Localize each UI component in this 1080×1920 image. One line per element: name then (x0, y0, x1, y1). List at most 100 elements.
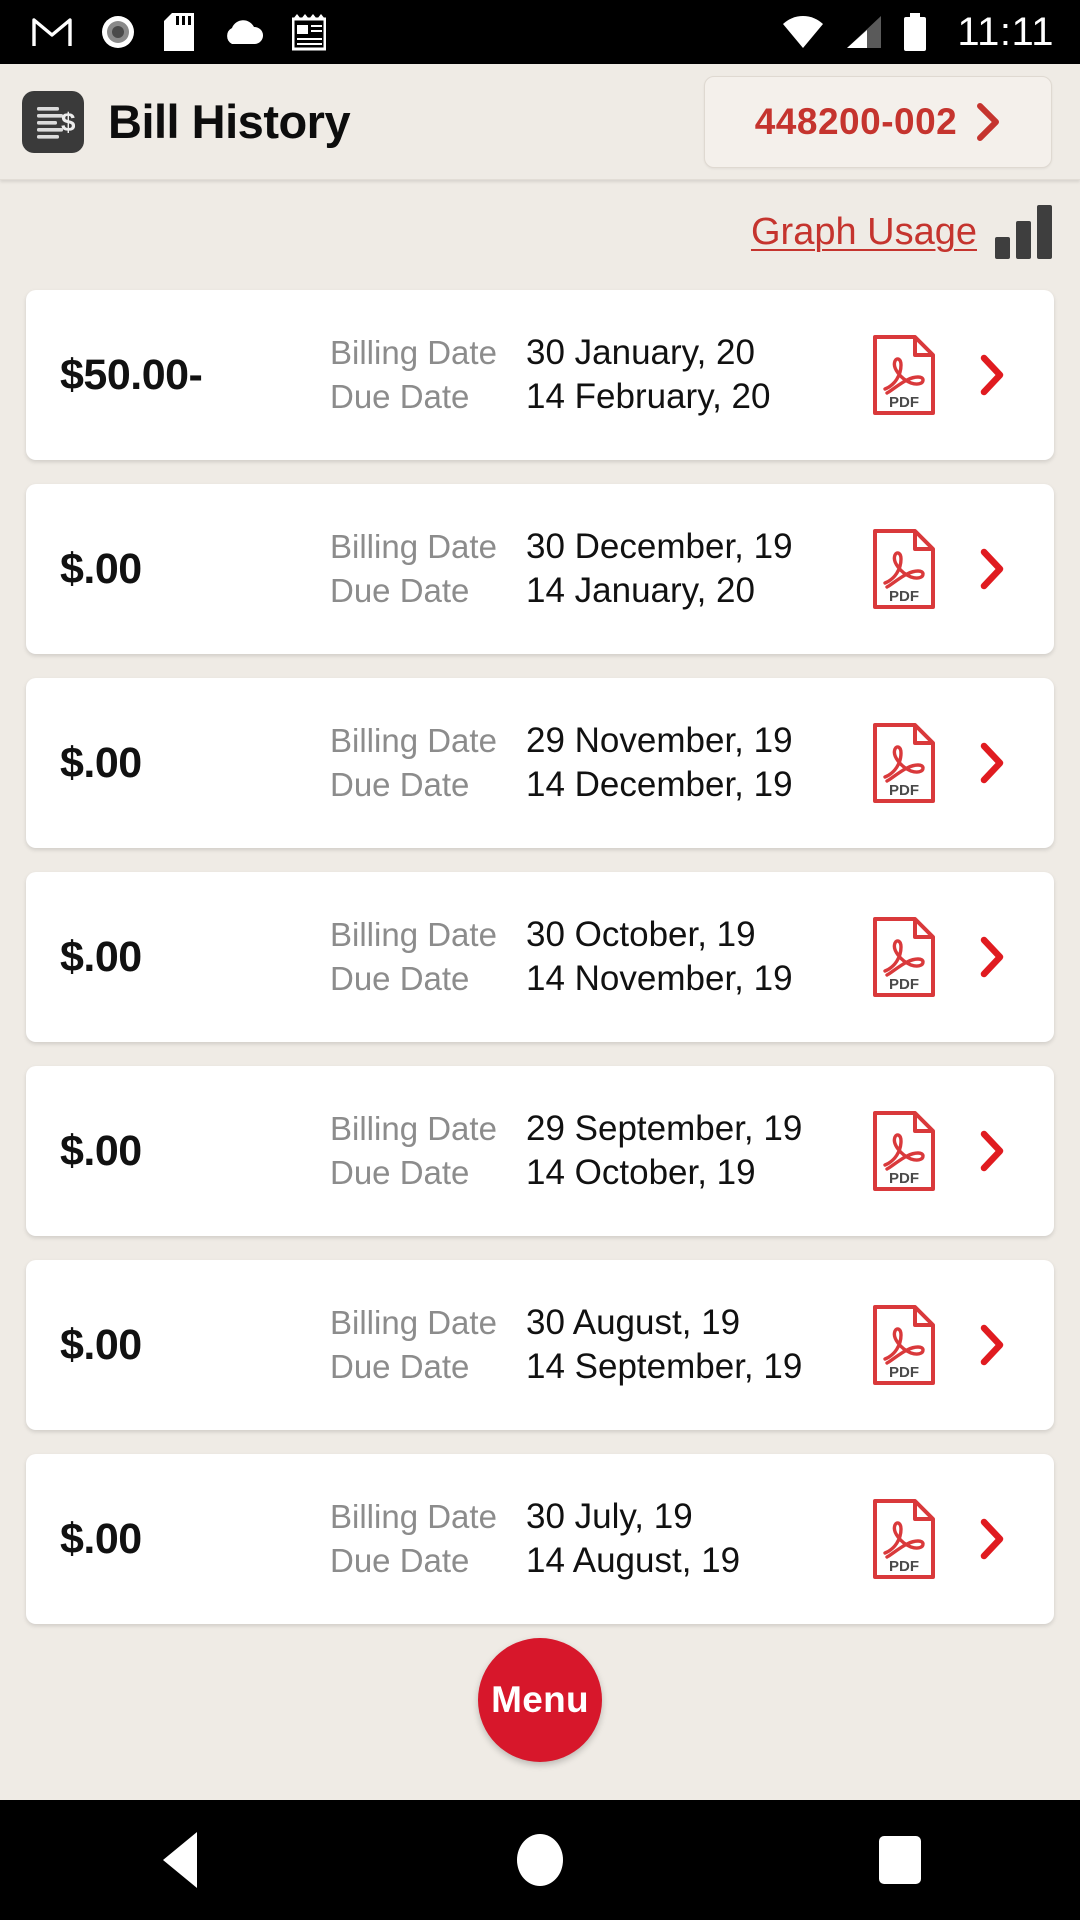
billing-date-label: Billing Date (330, 1304, 497, 1341)
due-date-label: Due Date (330, 1154, 470, 1191)
svg-text:PDF: PDF (889, 976, 919, 993)
bill-card[interactable]: $.00 Billing Date 30 August, 19 Due Date… (26, 1260, 1054, 1430)
billing-date-label: Billing Date (330, 334, 497, 371)
chevron-right-icon (977, 102, 1000, 141)
billing-date-value: 30 January, 20 (526, 333, 755, 372)
page-title: Bill History (108, 95, 351, 148)
bill-amount: $.00 (60, 738, 142, 787)
chevron-right-icon (980, 548, 1004, 590)
due-date-row: Due Date 14 November, 19 (330, 959, 852, 999)
graph-usage-row[interactable]: Graph Usage (751, 205, 1052, 259)
bill-card[interactable]: $.00 Billing Date 29 November, 19 Due Da… (26, 678, 1054, 848)
pdf-download-button[interactable]: PDF (852, 527, 956, 611)
pdf-icon: PDF (873, 1111, 935, 1191)
billing-date-value: 30 July, 19 (526, 1497, 693, 1536)
due-date-row: Due Date 14 January, 20 (330, 571, 852, 611)
svg-text:PDF: PDF (889, 782, 919, 799)
phone-screen: 11:11 $ Bill History 448200-002 Graph Us… (0, 0, 1080, 1920)
due-date-value: 14 October, 19 (526, 1153, 756, 1192)
due-date-value: 14 February, 20 (526, 377, 771, 416)
nav-recents-button[interactable] (820, 1800, 980, 1920)
billing-date-value: 30 October, 19 (526, 915, 756, 954)
bill-amount: $.00 (60, 1126, 142, 1175)
bill-dates: Billing Date 29 September, 19 Due Date 1… (330, 1109, 852, 1193)
bill-card[interactable]: $.00 Billing Date 30 October, 19 Due Dat… (26, 872, 1054, 1042)
graph-usage-link[interactable]: Graph Usage (751, 211, 977, 254)
due-date-value: 14 December, 19 (526, 765, 793, 804)
bill-amount: $.00 (60, 1320, 142, 1369)
pdf-download-button[interactable]: PDF (852, 721, 956, 805)
due-date-label: Due Date (330, 378, 470, 415)
billing-date-value: 29 September, 19 (526, 1109, 803, 1148)
billing-date-label: Billing Date (330, 916, 497, 953)
record-icon (102, 16, 134, 48)
bill-card[interactable]: $.00 Billing Date 29 September, 19 Due D… (26, 1066, 1054, 1236)
nav-back-button[interactable] (100, 1800, 260, 1920)
pdf-download-button[interactable]: PDF (852, 333, 956, 417)
svg-text:PDF: PDF (889, 1558, 919, 1575)
pdf-download-button[interactable]: PDF (852, 1109, 956, 1193)
pdf-icon: PDF (873, 723, 935, 803)
bill-card[interactable]: $50.00- Billing Date 30 January, 20 Due … (26, 290, 1054, 460)
page-title-group: $ Bill History (22, 90, 351, 153)
nav-home-button[interactable] (460, 1800, 620, 1920)
menu-fab-button[interactable]: Menu (478, 1638, 602, 1762)
bill-detail-chevron-button[interactable] (956, 354, 1028, 396)
back-triangle-icon (163, 1832, 197, 1888)
due-date-label: Due Date (330, 960, 470, 997)
due-date-row: Due Date 14 October, 19 (330, 1153, 852, 1193)
bill-list: $50.00- Billing Date 30 January, 20 Due … (0, 290, 1080, 1648)
bill-detail-chevron-button[interactable] (956, 1518, 1028, 1560)
chevron-right-icon (980, 354, 1004, 396)
bill-dates: Billing Date 30 January, 20 Due Date 14 … (330, 333, 852, 417)
account-selector-button[interactable]: 448200-002 (704, 75, 1052, 168)
due-date-label: Due Date (330, 766, 470, 803)
bill-amount: $.00 (60, 544, 142, 593)
pdf-icon: PDF (873, 335, 935, 415)
bill-card[interactable]: $.00 Billing Date 30 December, 19 Due Da… (26, 484, 1054, 654)
svg-text:PDF: PDF (889, 588, 919, 605)
pdf-download-button[interactable]: PDF (852, 915, 956, 999)
status-bar-notification-icons (32, 13, 326, 51)
bill-detail-chevron-button[interactable] (956, 1130, 1028, 1172)
bill-detail-chevron-button[interactable] (956, 742, 1028, 784)
app-header: $ Bill History 448200-002 (0, 64, 1080, 180)
chevron-right-icon (980, 1130, 1004, 1172)
home-circle-icon (517, 1834, 563, 1886)
billing-date-row: Billing Date 30 October, 19 (330, 915, 852, 955)
billing-date-label: Billing Date (330, 722, 497, 759)
due-date-row: Due Date 14 September, 19 (330, 1347, 852, 1387)
bill-detail-chevron-button[interactable] (956, 548, 1028, 590)
billing-date-row: Billing Date 29 September, 19 (330, 1109, 852, 1149)
pdf-icon: PDF (873, 1305, 935, 1385)
due-date-label: Due Date (330, 1348, 470, 1385)
bill-detail-chevron-button[interactable] (956, 1324, 1028, 1366)
billing-date-value: 30 August, 19 (526, 1303, 741, 1342)
billing-date-label: Billing Date (330, 1498, 497, 1535)
account-number: 448200-002 (754, 100, 958, 142)
bill-card[interactable]: $.00 Billing Date 30 July, 19 Due Date 1… (26, 1454, 1054, 1624)
bill-detail-chevron-button[interactable] (956, 936, 1028, 978)
status-bar-clock: 11:11 (957, 9, 1054, 54)
chevron-right-icon (980, 1324, 1004, 1366)
sd-card-icon (164, 13, 194, 51)
pdf-download-button[interactable]: PDF (852, 1497, 956, 1581)
android-nav-bar (0, 1800, 1080, 1920)
due-date-row: Due Date 14 August, 19 (330, 1541, 852, 1581)
bill-amount: $.00 (60, 1514, 142, 1563)
pdf-icon: PDF (873, 529, 935, 609)
notepad-icon (292, 14, 326, 51)
pdf-download-button[interactable]: PDF (852, 1303, 956, 1387)
bill-dates: Billing Date 30 July, 19 Due Date 14 Aug… (330, 1497, 852, 1581)
billing-date-row: Billing Date 30 December, 19 (330, 527, 852, 567)
due-date-value: 14 August, 19 (526, 1541, 741, 1580)
billing-date-label: Billing Date (330, 1110, 497, 1147)
billing-date-value: 29 November, 19 (526, 721, 793, 760)
billing-date-row: Billing Date 29 November, 19 (330, 721, 852, 761)
billing-date-row: Billing Date 30 January, 20 (330, 333, 852, 373)
battery-icon (904, 13, 927, 51)
due-date-row: Due Date 14 December, 19 (330, 765, 852, 805)
bill-amount: $50.00- (60, 350, 203, 399)
bill-document-icon: $ (22, 90, 84, 153)
chevron-right-icon (980, 936, 1004, 978)
